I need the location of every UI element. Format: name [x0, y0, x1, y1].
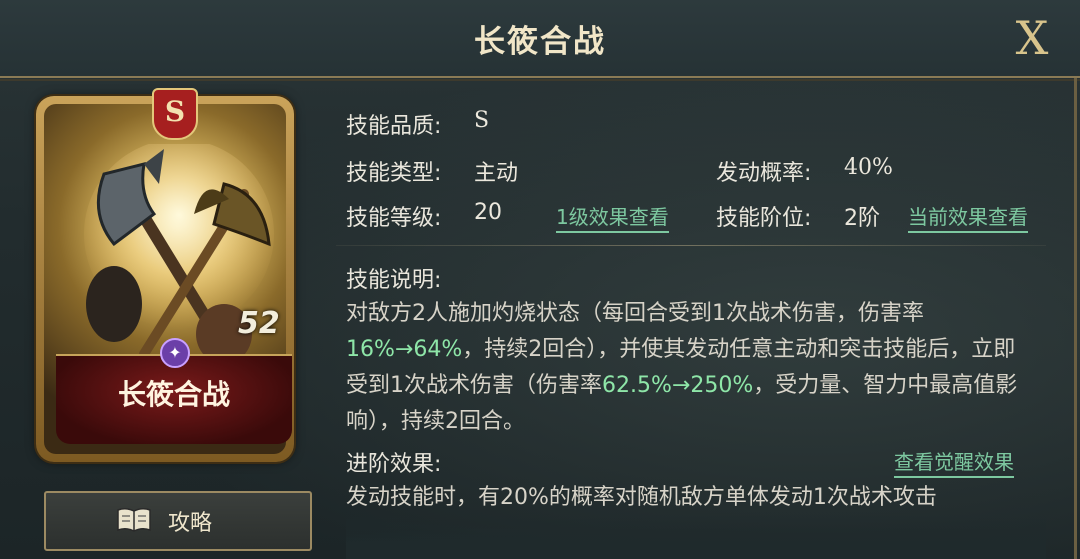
page-title: 长筱合战 [474, 24, 606, 60]
awaken-effect-link[interactable]: 查看觉醒效果 [894, 446, 1014, 478]
scroll-fade [346, 514, 1046, 559]
damage-rate-highlight: 16%→64% [346, 337, 463, 362]
level-label: 技能等级: [346, 206, 442, 231]
guide-button-label: 攻略 [168, 511, 213, 536]
quality-label: 技能品质: [346, 114, 442, 139]
rank-value: 2阶 [844, 206, 880, 231]
rank-label: 技能阶位: [716, 206, 812, 231]
probability-label: 发动概率: [716, 161, 812, 186]
current-effect-link[interactable]: 当前效果查看 [908, 201, 1028, 233]
element-emblem-icon: ✦ [160, 338, 190, 368]
description-part: 对敌方2人施加灼烧状态（每回合受到1次战术伤害，伤害率 [346, 301, 924, 326]
header-bar: 长筱合战 X [0, 0, 1080, 81]
level1-effect-link[interactable]: 1级效果查看 [556, 201, 669, 233]
description-label: 技能说明: [346, 268, 442, 293]
advance-label: 进阶效果: [346, 452, 442, 477]
probability-value: 40% [844, 155, 893, 180]
divider [336, 245, 1046, 246]
card-skill-name: 长筱合战 [117, 378, 230, 411]
quality-value: S [474, 108, 490, 133]
level-value: 20 [474, 200, 502, 225]
close-button[interactable]: X [1008, 14, 1056, 62]
type-value: 主动 [474, 161, 519, 186]
damage-rate-highlight: 62.5%→250% [602, 373, 754, 398]
type-label: 技能类型: [346, 161, 442, 186]
book-icon [117, 507, 151, 532]
grade-s-badge: S [152, 88, 198, 140]
advance-text: 发动技能时，有20%的概率对随机敌方单体发动1次战术攻击 [346, 485, 937, 510]
card-level-mark: 52 [238, 306, 280, 341]
description-text: 对敌方2人施加灼烧状态（每回合受到1次战术伤害，伤害率16%→64%，持续2回合… [346, 296, 1034, 440]
guide-button[interactable]: 攻略 [44, 491, 312, 551]
